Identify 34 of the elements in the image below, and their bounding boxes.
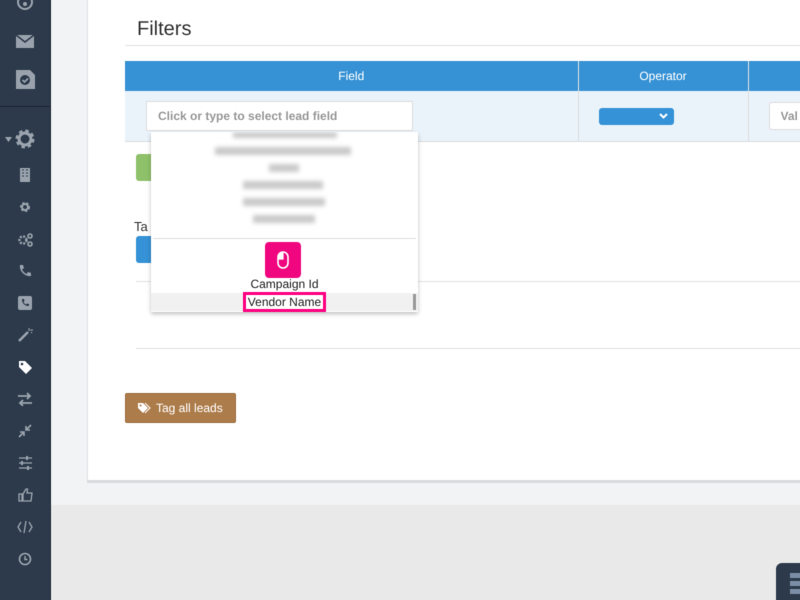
gears-icon <box>17 232 33 246</box>
tag-icon <box>18 360 32 374</box>
gear-icon <box>14 128 36 150</box>
transfer-icon <box>17 392 33 406</box>
code-icon <box>17 520 33 534</box>
caret-down-icon[interactable] <box>5 137 12 142</box>
mail-icon <box>15 32 35 50</box>
mouse-icon <box>277 251 289 269</box>
compress-icon <box>18 424 32 438</box>
dropdown-option[interactable]: Vendor Name <box>246 295 324 309</box>
dropdown-option[interactable]: Campaign Id <box>250 277 319 291</box>
tags-icon <box>138 402 151 414</box>
value-field[interactable]: Val <box>768 102 800 130</box>
chat-widget[interactable] <box>776 563 800 600</box>
column-header: Operator <box>578 61 748 91</box>
phone-icon <box>18 296 32 310</box>
column-header: Field <box>125 61 578 91</box>
section-title: Filters <box>125 0 800 46</box>
operator-select[interactable] <box>598 108 674 124</box>
menu-icon <box>790 573 800 597</box>
field-select[interactable]: Click or type to select lead field <box>146 101 413 131</box>
checkmark-icon <box>15 69 35 89</box>
tag-all-leads-button[interactable]: Tag all leads <box>125 393 236 423</box>
magic-wand-icon <box>18 328 32 342</box>
section-label: Ta <box>134 219 148 234</box>
phone-icon <box>18 264 32 278</box>
scrollbar-thumb[interactable] <box>413 294 416 310</box>
building-icon <box>18 168 32 182</box>
thumbs-up-icon <box>18 488 32 502</box>
sliders-icon <box>18 456 32 470</box>
sync-icon <box>15 0 35 10</box>
clock-icon <box>18 552 32 566</box>
chevron-down-icon <box>658 113 668 119</box>
gear-icon <box>19 201 31 213</box>
